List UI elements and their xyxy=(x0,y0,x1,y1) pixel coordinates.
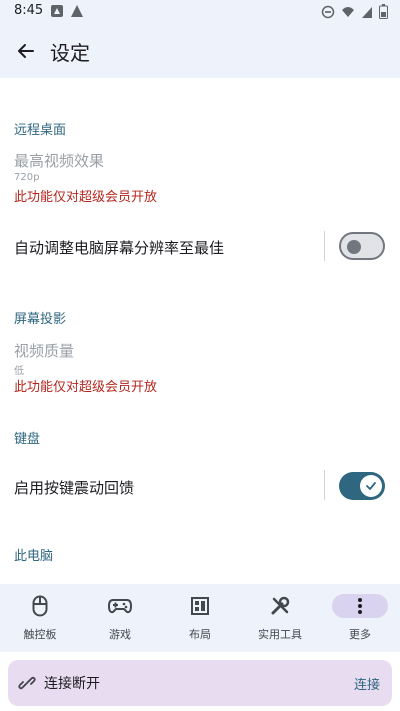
nav-label: 触控板 xyxy=(23,628,57,641)
nav-label: 更多 xyxy=(349,628,371,641)
signal-icon xyxy=(362,6,372,18)
mouse-icon xyxy=(32,595,48,617)
setting-title: 视频质量 xyxy=(14,342,75,360)
setting-title: 最高视频效果 xyxy=(14,152,105,170)
do-not-disturb-icon xyxy=(321,5,335,18)
setting-value: 低 xyxy=(14,366,24,377)
nav-label: 布局 xyxy=(189,628,211,641)
wifi-icon xyxy=(342,6,354,17)
nav-item-more[interactable]: 更多 xyxy=(320,584,400,652)
page-title: 设定 xyxy=(50,41,90,65)
warning-icon xyxy=(71,5,83,17)
section-header-remote-desktop: 远程桌面 xyxy=(14,123,67,138)
status-time: 8:45 xyxy=(14,3,44,18)
arrow-back-icon xyxy=(18,44,34,58)
premium-notice: 此功能仅对超级会员开放 xyxy=(14,190,158,205)
nav-label: 游戏 xyxy=(109,628,131,641)
nav-item-touchpad[interactable]: 触控板 xyxy=(0,584,80,652)
tools-icon xyxy=(271,596,290,615)
settings-list[interactable]: 远程桌面 最高视频效果 720p 此功能仅对超级会员开放 自动调整电脑屏幕分辨率… xyxy=(0,78,400,584)
setting-title: 启用按键震动回馈 xyxy=(14,479,135,497)
more-vert-icon xyxy=(358,598,362,614)
key-vibration-switch[interactable] xyxy=(339,472,385,500)
section-header-keyboard: 键盘 xyxy=(14,432,41,447)
gamepad-icon xyxy=(108,599,132,614)
nav-label: 实用工具 xyxy=(258,628,302,641)
link-off-icon xyxy=(18,676,36,690)
connection-status: 连接断开 xyxy=(44,676,100,692)
nav-item-layout[interactable]: 布局 xyxy=(160,584,240,652)
check-icon xyxy=(366,482,376,490)
status-bar: 8:45 xyxy=(0,0,400,24)
premium-notice: 此功能仅对超级会员开放 xyxy=(14,380,158,395)
auto-resolution-switch[interactable] xyxy=(339,232,385,260)
layout-icon xyxy=(191,597,209,615)
section-header-screen-projection: 屏幕投影 xyxy=(14,312,67,327)
divider xyxy=(324,231,325,261)
nav-item-tools[interactable]: 实用工具 xyxy=(240,584,320,652)
bottom-navigation: 触控板 游戏 布局 实用工具 更多 xyxy=(0,584,400,652)
back-button[interactable] xyxy=(12,37,40,65)
app-bar: 设定 xyxy=(0,24,400,78)
switch-thumb xyxy=(360,475,382,497)
connection-bar: 连接断开 连接 xyxy=(8,660,392,706)
battery-icon xyxy=(379,4,388,19)
switch-thumb xyxy=(347,240,361,254)
connect-button[interactable]: 连接 xyxy=(354,674,380,693)
setting-title: 自动调整电脑屏幕分辨率至最佳 xyxy=(14,239,225,257)
nav-item-game[interactable]: 游戏 xyxy=(80,584,160,652)
notification-icon xyxy=(51,5,63,17)
setting-value: 720p xyxy=(14,172,40,183)
divider xyxy=(324,470,325,500)
section-header-this-pc: 此电脑 xyxy=(14,549,54,564)
